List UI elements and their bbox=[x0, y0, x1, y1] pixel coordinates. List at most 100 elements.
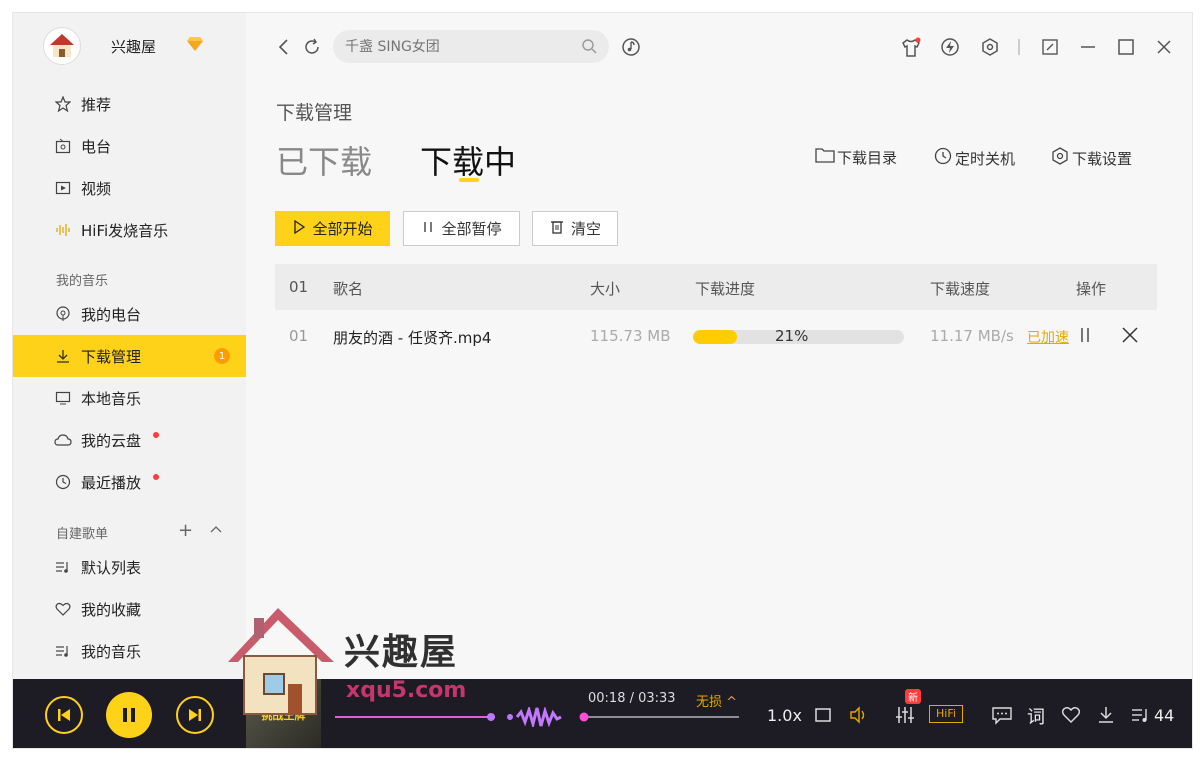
accelerated-link[interactable]: 已加速 bbox=[1027, 327, 1069, 347]
pause-icon bbox=[123, 708, 135, 722]
table-row[interactable]: 01 朋友的酒 - 任贤齐.mp4 115.73 MB 21% 11.17 MB… bbox=[275, 313, 1157, 359]
download-settings-link[interactable]: 下载设置 bbox=[1050, 146, 1132, 170]
download-icon[interactable] bbox=[1096, 705, 1116, 725]
header-index: 01 bbox=[289, 278, 309, 296]
sidebar-item-my-radio[interactable]: 我的电台 bbox=[13, 293, 246, 335]
search-icon[interactable] bbox=[581, 38, 597, 58]
sidebar-item-downloads[interactable]: 下载管理 1 bbox=[13, 335, 246, 377]
start-all-button[interactable]: 全部开始 bbox=[275, 211, 390, 246]
pause-all-button[interactable]: 全部暂停 bbox=[403, 211, 520, 246]
divider bbox=[1018, 39, 1020, 55]
album-cover-text: 挑战王牌 bbox=[261, 708, 306, 722]
start-all-label: 全部开始 bbox=[312, 220, 373, 238]
settings-icon[interactable] bbox=[980, 37, 1000, 57]
pause-icon[interactable] bbox=[1079, 326, 1091, 348]
sidebar-item-favorites[interactable]: 我的收藏 bbox=[13, 588, 246, 630]
comment-icon[interactable] bbox=[991, 705, 1012, 725]
row-size: 115.73 MB bbox=[590, 327, 671, 345]
timer-shutdown-link[interactable]: 定时关机 bbox=[933, 146, 1015, 170]
sidebar-item-default-list[interactable]: 默认列表 bbox=[13, 546, 246, 588]
search-input[interactable] bbox=[345, 38, 575, 55]
sidebar-item-label: 默认列表 bbox=[81, 558, 142, 577]
user-profile[interactable]: 兴趣屋 bbox=[43, 27, 204, 65]
lightning-icon[interactable] bbox=[940, 37, 960, 57]
mini-mode-icon[interactable] bbox=[1040, 37, 1060, 57]
sidebar-item-label: 推荐 bbox=[81, 95, 112, 114]
sidebar-item-label: 下载管理 bbox=[81, 347, 142, 366]
diamond-icon[interactable] bbox=[186, 36, 204, 56]
pause-icon bbox=[421, 220, 435, 238]
minimize-icon[interactable] bbox=[1078, 37, 1098, 57]
pause-button[interactable] bbox=[106, 692, 152, 738]
tab-downloading[interactable]: 下载中 bbox=[420, 137, 516, 183]
sidebar-item-label: 我的电台 bbox=[81, 305, 142, 324]
monitor-icon bbox=[53, 388, 73, 408]
skin-icon[interactable] bbox=[900, 37, 921, 57]
playlist-icon bbox=[53, 557, 73, 577]
download-icon bbox=[53, 346, 73, 366]
lyrics-button[interactable]: 词 bbox=[1027, 703, 1047, 728]
add-playlist-icon[interactable]: + bbox=[178, 520, 193, 541]
close-icon[interactable] bbox=[1154, 37, 1174, 57]
next-button[interactable] bbox=[176, 696, 214, 734]
download-settings-label: 下载设置 bbox=[1072, 149, 1133, 168]
equalizer-icon[interactable] bbox=[895, 705, 915, 725]
sidebar-item-recent[interactable]: 最近播放 bbox=[13, 461, 246, 503]
delete-icon[interactable] bbox=[1121, 326, 1139, 348]
clock-icon bbox=[53, 472, 73, 492]
sidebar-item-label: HiFi发烧音乐 bbox=[81, 221, 169, 240]
heart-icon bbox=[53, 599, 73, 619]
playlist-section-actions: + bbox=[178, 520, 223, 541]
refresh-icon[interactable] bbox=[302, 37, 322, 57]
pause-all-label: 全部暂停 bbox=[441, 220, 502, 238]
volume-icon[interactable] bbox=[848, 705, 868, 725]
timer-icon bbox=[933, 146, 953, 170]
maximize-icon[interactable] bbox=[1116, 37, 1136, 57]
album-cover[interactable]: 挑战王牌 bbox=[246, 679, 321, 748]
loop-mode-icon[interactable] bbox=[813, 705, 833, 725]
next-icon bbox=[189, 709, 201, 721]
sidebar-item-local-music[interactable]: 本地音乐 bbox=[13, 377, 246, 419]
search-bar[interactable] bbox=[333, 30, 609, 63]
collapse-icon[interactable] bbox=[209, 520, 223, 541]
download-directory-label: 下载目录 bbox=[837, 148, 898, 167]
heart-icon[interactable] bbox=[1061, 705, 1081, 725]
previous-button[interactable] bbox=[45, 696, 83, 734]
clear-button[interactable]: 清空 bbox=[532, 211, 618, 246]
playlist-icon[interactable] bbox=[1130, 705, 1150, 725]
header-size[interactable]: 大小 bbox=[590, 278, 620, 299]
header-progress: 下载进度 bbox=[695, 280, 756, 298]
podcast-icon bbox=[53, 304, 73, 324]
sidebar-item-video[interactable]: 视频 bbox=[13, 167, 246, 209]
playback-speed[interactable]: 1.0x bbox=[767, 706, 802, 725]
hifi-button[interactable]: HiFi bbox=[929, 705, 963, 723]
playlist-icon bbox=[53, 641, 73, 661]
avatar[interactable] bbox=[43, 27, 81, 65]
sidebar-item-cloud[interactable]: 我的云盘 bbox=[13, 419, 246, 461]
sidebar: 兴趣屋 推荐 电台 视频 HiFi发烧音乐 我的音乐 我的电台 下载管理 1 本… bbox=[13, 13, 246, 679]
timer-shutdown-label: 定时关机 bbox=[955, 149, 1016, 168]
sidebar-item-label: 最近播放 bbox=[81, 473, 142, 492]
back-icon[interactable] bbox=[274, 37, 294, 57]
star-icon bbox=[53, 94, 73, 114]
username[interactable]: 兴趣屋 bbox=[111, 36, 156, 57]
sidebar-item-radio[interactable]: 电台 bbox=[13, 125, 246, 167]
previous-icon bbox=[58, 709, 70, 721]
notification-dot bbox=[153, 432, 159, 438]
app-window: 兴趣屋 推荐 电台 视频 HiFi发烧音乐 我的音乐 我的电台 下载管理 1 本… bbox=[12, 12, 1193, 749]
sidebar-item-hifi[interactable]: HiFi发烧音乐 bbox=[13, 209, 246, 251]
tab-downloaded[interactable]: 已下载 bbox=[276, 137, 372, 183]
sidebar-item-label: 我的云盘 bbox=[81, 431, 142, 450]
sidebar-item-label: 电台 bbox=[81, 137, 112, 156]
progress-waveform[interactable] bbox=[335, 707, 739, 727]
header-operations: 操作 bbox=[1076, 280, 1107, 298]
header-song-name[interactable]: 歌名 bbox=[333, 278, 363, 299]
sidebar-item-my-music-list[interactable]: 我的音乐 bbox=[13, 630, 246, 672]
sidebar-item-label: 我的收藏 bbox=[81, 600, 142, 619]
play-icon bbox=[292, 219, 306, 238]
download-directory-link[interactable]: 下载目录 bbox=[815, 146, 897, 168]
music-recognize-icon[interactable] bbox=[621, 37, 641, 57]
sidebar-item-label: 视频 bbox=[81, 179, 112, 198]
sidebar-item-recommend[interactable]: 推荐 bbox=[13, 83, 246, 125]
row-index: 01 bbox=[289, 327, 309, 345]
